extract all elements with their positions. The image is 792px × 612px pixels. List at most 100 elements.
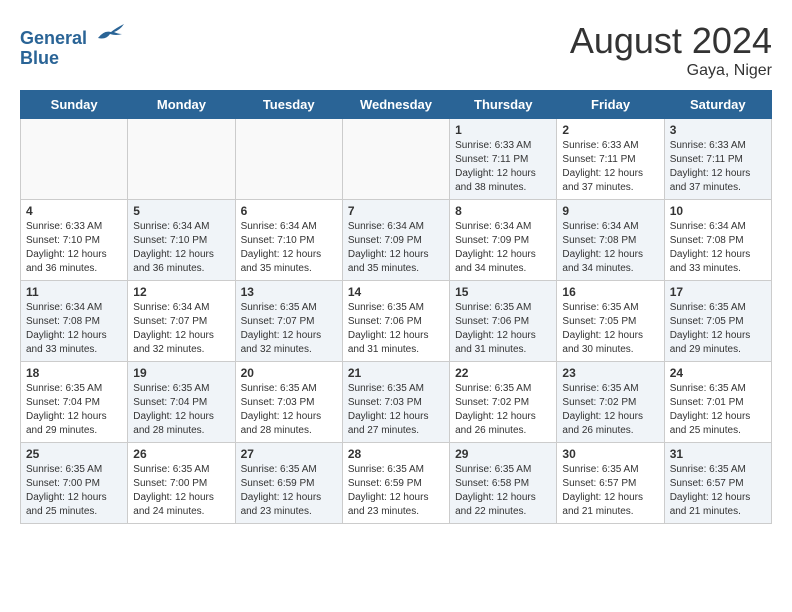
day-info: Sunrise: 6:35 AM Sunset: 6:57 PM Dayligh… bbox=[562, 463, 658, 519]
calendar-cell: 15 Sunrise: 6:35 AM Sunset: 7:06 PM Dayli… bbox=[450, 281, 557, 362]
day-info: Sunrise: 6:35 AM Sunset: 7:06 PM Dayligh… bbox=[455, 301, 551, 357]
day-info: Sunrise: 6:34 AM Sunset: 7:07 PM Dayligh… bbox=[133, 301, 229, 357]
calendar-week-row: 11Sunrise: 6:34 AM Sunset: 7:08 PM Dayli… bbox=[21, 281, 772, 362]
calendar-cell: 5Sunrise: 6:34 AM Sunset: 7:10 PM Daylig… bbox=[128, 200, 235, 281]
day-number: 15 bbox=[455, 285, 551, 299]
day-number: 31 bbox=[670, 447, 766, 461]
calendar-week-row: 25 Sunrise: 6:35 AM Sunset: 7:00 PM Dayli… bbox=[21, 443, 772, 524]
day-info: Sunrise: 6:34 AM Sunset: 7:08 PM Dayligh… bbox=[670, 220, 766, 276]
day-number: 2 bbox=[562, 123, 658, 137]
calendar-cell: 13 Sunrise: 6:35 AM Sunset: 7:07 PM Dayli… bbox=[235, 281, 342, 362]
title-area: August 2024 Gaya, Niger bbox=[570, 20, 772, 80]
location: Gaya, Niger bbox=[570, 62, 772, 80]
day-number: 26 bbox=[133, 447, 229, 461]
calendar-header-row: SundayMondayTuesdayWednesdayThursdayFrid… bbox=[21, 91, 772, 119]
day-number: 25 bbox=[26, 447, 122, 461]
day-number: 10 bbox=[670, 204, 766, 218]
day-number: 9 bbox=[562, 204, 658, 218]
calendar-cell: 6 Sunrise: 6:34 AM Sunset: 7:10 PM Daylig… bbox=[235, 200, 342, 281]
day-info: Sunrise: 6:35 AM Sunset: 6:59 PM Dayligh… bbox=[348, 463, 444, 519]
calendar-cell bbox=[342, 119, 449, 200]
day-info: Sunrise: 6:35 AM Sunset: 7:00 PM Dayligh… bbox=[26, 463, 122, 519]
day-number: 19 bbox=[133, 366, 229, 380]
day-info: Sunrise: 6:35 AM Sunset: 6:58 PM Dayligh… bbox=[455, 463, 551, 519]
day-info: Sunrise: 6:34 AM Sunset: 7:10 PM Dayligh… bbox=[241, 220, 337, 276]
month-title: August 2024 bbox=[570, 20, 772, 62]
calendar-body: 1 Sunrise: 6:33 AM Sunset: 7:11 PM Daylig… bbox=[21, 119, 772, 524]
day-info: Sunrise: 6:35 AM Sunset: 7:05 PM Dayligh… bbox=[670, 301, 766, 357]
calendar-cell: 16 Sunrise: 6:35 AM Sunset: 7:05 PM Dayli… bbox=[557, 281, 664, 362]
calendar-cell: 22 Sunrise: 6:35 AM Sunset: 7:02 PM Dayli… bbox=[450, 362, 557, 443]
logo-blue: Blue bbox=[20, 49, 126, 69]
calendar-table: SundayMondayTuesdayWednesdayThursdayFrid… bbox=[20, 90, 772, 524]
day-info: Sunrise: 6:35 AM Sunset: 7:04 PM Dayligh… bbox=[133, 382, 229, 438]
day-number: 6 bbox=[241, 204, 337, 218]
calendar-cell: 7Sunrise: 6:34 AM Sunset: 7:09 PM Daylig… bbox=[342, 200, 449, 281]
day-info: Sunrise: 6:35 AM Sunset: 7:02 PM Dayligh… bbox=[562, 382, 658, 438]
calendar-cell: 19 Sunrise: 6:35 AM Sunset: 7:04 PM Dayli… bbox=[128, 362, 235, 443]
calendar-cell: 17 Sunrise: 6:35 AM Sunset: 7:05 PM Dayli… bbox=[664, 281, 771, 362]
day-number: 12 bbox=[133, 285, 229, 299]
calendar-cell: 26 Sunrise: 6:35 AM Sunset: 7:00 PM Dayli… bbox=[128, 443, 235, 524]
day-info: Sunrise: 6:34 AM Sunset: 7:09 PM Dayligh… bbox=[455, 220, 551, 276]
day-number: 27 bbox=[241, 447, 337, 461]
day-info: Sunrise: 6:35 AM Sunset: 7:03 PM Dayligh… bbox=[241, 382, 337, 438]
day-info: Sunrise: 6:35 AM Sunset: 7:00 PM Dayligh… bbox=[133, 463, 229, 519]
day-info: Sunrise: 6:33 AM Sunset: 7:10 PM Dayligh… bbox=[26, 220, 122, 276]
calendar-cell: 8 Sunrise: 6:34 AM Sunset: 7:09 PM Daylig… bbox=[450, 200, 557, 281]
calendar-weekday-friday: Friday bbox=[557, 91, 664, 119]
day-number: 17 bbox=[670, 285, 766, 299]
calendar-cell: 25 Sunrise: 6:35 AM Sunset: 7:00 PM Dayli… bbox=[21, 443, 128, 524]
calendar-cell: 31 Sunrise: 6:35 AM Sunset: 6:57 PM Dayli… bbox=[664, 443, 771, 524]
day-number: 3 bbox=[670, 123, 766, 137]
day-number: 1 bbox=[455, 123, 551, 137]
day-info: Sunrise: 6:35 AM Sunset: 7:01 PM Dayligh… bbox=[670, 382, 766, 438]
calendar-cell: 10 Sunrise: 6:34 AM Sunset: 7:08 PM Dayli… bbox=[664, 200, 771, 281]
calendar-weekday-wednesday: Wednesday bbox=[342, 91, 449, 119]
calendar-cell: 12 Sunrise: 6:34 AM Sunset: 7:07 PM Dayli… bbox=[128, 281, 235, 362]
day-info: Sunrise: 6:33 AM Sunset: 7:11 PM Dayligh… bbox=[562, 139, 658, 195]
calendar-cell bbox=[21, 119, 128, 200]
calendar-cell: 4 Sunrise: 6:33 AM Sunset: 7:10 PM Daylig… bbox=[21, 200, 128, 281]
day-number: 29 bbox=[455, 447, 551, 461]
day-info: Sunrise: 6:35 AM Sunset: 7:05 PM Dayligh… bbox=[562, 301, 658, 357]
calendar-cell: 30Sunrise: 6:35 AM Sunset: 6:57 PM Dayli… bbox=[557, 443, 664, 524]
calendar-cell: 3 Sunrise: 6:33 AM Sunset: 7:11 PM Daylig… bbox=[664, 119, 771, 200]
day-info: Sunrise: 6:35 AM Sunset: 7:07 PM Dayligh… bbox=[241, 301, 337, 357]
calendar-cell: 27Sunrise: 6:35 AM Sunset: 6:59 PM Dayli… bbox=[235, 443, 342, 524]
calendar-week-row: 4 Sunrise: 6:33 AM Sunset: 7:10 PM Daylig… bbox=[21, 200, 772, 281]
day-number: 8 bbox=[455, 204, 551, 218]
day-info: Sunrise: 6:34 AM Sunset: 7:10 PM Dayligh… bbox=[133, 220, 229, 276]
calendar-cell: 18Sunrise: 6:35 AM Sunset: 7:04 PM Dayli… bbox=[21, 362, 128, 443]
day-number: 28 bbox=[348, 447, 444, 461]
logo-bird-icon bbox=[96, 20, 126, 44]
day-info: Sunrise: 6:35 AM Sunset: 7:03 PM Dayligh… bbox=[348, 382, 444, 438]
day-number: 23 bbox=[562, 366, 658, 380]
day-info: Sunrise: 6:33 AM Sunset: 7:11 PM Dayligh… bbox=[455, 139, 551, 195]
day-number: 22 bbox=[455, 366, 551, 380]
day-info: Sunrise: 6:34 AM Sunset: 7:08 PM Dayligh… bbox=[562, 220, 658, 276]
calendar-cell bbox=[235, 119, 342, 200]
calendar-weekday-monday: Monday bbox=[128, 91, 235, 119]
day-number: 4 bbox=[26, 204, 122, 218]
calendar-cell: 14Sunrise: 6:35 AM Sunset: 7:06 PM Dayli… bbox=[342, 281, 449, 362]
day-info: Sunrise: 6:33 AM Sunset: 7:11 PM Dayligh… bbox=[670, 139, 766, 195]
day-number: 7 bbox=[348, 204, 444, 218]
calendar-cell bbox=[128, 119, 235, 200]
day-number: 21 bbox=[348, 366, 444, 380]
calendar-weekday-tuesday: Tuesday bbox=[235, 91, 342, 119]
logo: General Blue bbox=[20, 20, 126, 69]
day-info: Sunrise: 6:35 AM Sunset: 7:02 PM Dayligh… bbox=[455, 382, 551, 438]
day-number: 13 bbox=[241, 285, 337, 299]
calendar-weekday-saturday: Saturday bbox=[664, 91, 771, 119]
day-number: 20 bbox=[241, 366, 337, 380]
day-number: 14 bbox=[348, 285, 444, 299]
day-number: 16 bbox=[562, 285, 658, 299]
calendar-week-row: 1 Sunrise: 6:33 AM Sunset: 7:11 PM Daylig… bbox=[21, 119, 772, 200]
day-info: Sunrise: 6:35 AM Sunset: 6:57 PM Dayligh… bbox=[670, 463, 766, 519]
day-info: Sunrise: 6:35 AM Sunset: 7:04 PM Dayligh… bbox=[26, 382, 122, 438]
calendar-cell: 28 Sunrise: 6:35 AM Sunset: 6:59 PM Dayli… bbox=[342, 443, 449, 524]
calendar-weekday-thursday: Thursday bbox=[450, 91, 557, 119]
calendar-cell: 1 Sunrise: 6:33 AM Sunset: 7:11 PM Daylig… bbox=[450, 119, 557, 200]
calendar-cell: 2 Sunrise: 6:33 AM Sunset: 7:11 PM Daylig… bbox=[557, 119, 664, 200]
